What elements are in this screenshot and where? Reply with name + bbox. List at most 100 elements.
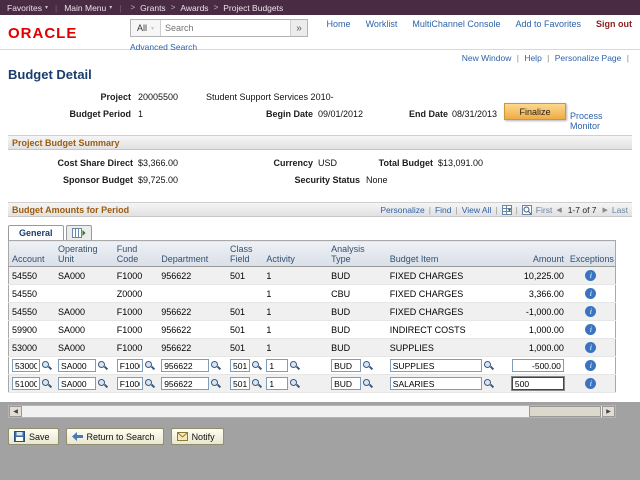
- table-cell: 1: [263, 302, 329, 321]
- lookup-icon[interactable]: [144, 360, 155, 371]
- table-cell: [226, 284, 264, 303]
- save-button[interactable]: Save: [8, 428, 59, 445]
- total-budget-label: Total Budget: [378, 158, 433, 168]
- lookup-icon[interactable]: [211, 360, 221, 371]
- worklist-link[interactable]: Worklist: [366, 19, 398, 29]
- field-input[interactable]: [58, 377, 97, 390]
- lookup-icon[interactable]: [98, 378, 108, 389]
- return-to-search-button[interactable]: Return to Search: [65, 428, 164, 445]
- field-input[interactable]: [116, 377, 143, 390]
- tab-general[interactable]: General: [8, 225, 64, 240]
- field-input[interactable]: [12, 377, 40, 390]
- field-input[interactable]: [116, 359, 143, 372]
- lookup-icon[interactable]: [290, 360, 300, 371]
- main-menu[interactable]: Main Menu ▾: [64, 3, 112, 13]
- table-cell: 59900: [8, 320, 56, 339]
- breadcrumb-item[interactable]: Project Budgets: [223, 3, 283, 13]
- scroll-right-icon[interactable]: ▶: [602, 406, 615, 417]
- favorites-menu[interactable]: Favorites ▾: [7, 3, 48, 13]
- field-input[interactable]: [229, 359, 250, 372]
- top-links: Home Worklist MultiChannel Console Add t…: [327, 19, 632, 29]
- exception-info-icon[interactable]: i: [585, 324, 597, 335]
- table-row: 54550 SA000 F1000 956622 501 1 BUD FIXED CHARGE…: [8, 266, 616, 285]
- search-scope-dropdown[interactable]: All ▾: [131, 20, 162, 36]
- scroll-left-icon[interactable]: ◀: [9, 406, 22, 417]
- new-window-link[interactable]: New Window: [462, 53, 512, 63]
- amount-input[interactable]: [510, 376, 565, 391]
- help-link[interactable]: Help: [524, 53, 541, 63]
- lookup-icon[interactable]: [251, 378, 262, 389]
- lookup-icon[interactable]: [483, 360, 494, 371]
- last-page-link[interactable]: Last: [612, 205, 628, 215]
- column-header: Amount: [508, 240, 567, 267]
- download-icon[interactable]: [501, 204, 512, 215]
- exception-info-icon[interactable]: i: [585, 378, 597, 389]
- field-input[interactable]: [331, 359, 362, 372]
- lookup-icon[interactable]: [211, 378, 221, 389]
- next-page-icon[interactable]: ▶: [603, 206, 608, 214]
- chevron-down-icon: ▾: [151, 25, 155, 32]
- separator: |: [455, 204, 458, 215]
- exceptions-cell: i: [566, 320, 616, 339]
- show-all-columns-tab[interactable]: [65, 225, 92, 240]
- view-all-link[interactable]: View All: [462, 205, 492, 215]
- advanced-search-link[interactable]: Advanced Search: [130, 42, 197, 52]
- table-cell: 3,366.00: [508, 284, 567, 303]
- field-input[interactable]: [12, 359, 40, 372]
- amount-input[interactable]: [511, 359, 564, 372]
- breadcrumb-item[interactable]: Awards: [180, 3, 208, 13]
- multichannel-console-link[interactable]: MultiChannel Console: [412, 19, 500, 29]
- zoom-grid-icon[interactable]: [521, 204, 532, 215]
- budget-table: Account Operating Unit Fund Code Department…: [8, 240, 616, 393]
- field-input[interactable]: [161, 359, 210, 372]
- table-cell: [55, 356, 114, 375]
- table-row: i: [8, 374, 616, 393]
- field-input[interactable]: [266, 377, 289, 390]
- horizontal-scrollbar[interactable]: ◀ ▶: [8, 405, 616, 418]
- field-input[interactable]: [229, 377, 250, 390]
- notify-button[interactable]: Notify: [170, 428, 224, 445]
- field-input[interactable]: [266, 359, 289, 372]
- search-go-button[interactable]: »: [290, 20, 307, 36]
- exception-info-icon[interactable]: i: [585, 360, 597, 371]
- lookup-icon[interactable]: [98, 360, 108, 371]
- lookup-icon[interactable]: [251, 360, 262, 371]
- lookup-icon[interactable]: [363, 360, 373, 371]
- field-input[interactable]: [331, 377, 362, 390]
- add-to-favorites-link[interactable]: Add to Favorites: [515, 19, 581, 29]
- exception-info-icon[interactable]: i: [585, 306, 597, 317]
- exception-info-icon[interactable]: i: [585, 270, 597, 281]
- field-input[interactable]: [389, 377, 482, 390]
- finalize-button[interactable]: Finalize: [504, 103, 566, 120]
- home-link[interactable]: Home: [327, 19, 351, 29]
- find-link[interactable]: Find: [435, 205, 452, 215]
- previous-page-icon[interactable]: ◀: [556, 206, 561, 214]
- scrollbar-thumb[interactable]: [529, 406, 601, 417]
- table-cell: 956622: [158, 266, 227, 285]
- exception-info-icon[interactable]: i: [585, 288, 597, 299]
- table-cell: 1: [263, 320, 329, 339]
- oracle-logo: ORACLE: [8, 25, 78, 42]
- process-monitor-link[interactable]: Process Monitor: [570, 111, 632, 131]
- lookup-icon[interactable]: [42, 360, 52, 371]
- field-input[interactable]: [161, 377, 210, 390]
- first-page-link[interactable]: First: [536, 205, 553, 215]
- lookup-icon[interactable]: [42, 378, 52, 389]
- field-input[interactable]: [58, 359, 97, 372]
- table-cell: 1: [263, 338, 329, 357]
- table-cell: SUPPLIES: [386, 338, 509, 357]
- budget-table-body: 54550 SA000 F1000 956622 501 1 BUD FIXED CHARGE…: [8, 266, 616, 393]
- lookup-icon[interactable]: [363, 378, 373, 389]
- lookup-icon[interactable]: [144, 378, 155, 389]
- exception-info-icon[interactable]: i: [585, 342, 597, 353]
- personalize-page-link[interactable]: Personalize Page: [555, 53, 622, 63]
- personalize-link[interactable]: Personalize: [380, 205, 424, 215]
- project-description: Student Support Services 2010-: [206, 92, 334, 102]
- search-input[interactable]: [161, 20, 290, 36]
- breadcrumb-item[interactable]: Grants: [140, 3, 166, 13]
- field-input[interactable]: [389, 359, 482, 372]
- lookup-icon[interactable]: [290, 378, 300, 389]
- sign-out-link[interactable]: Sign out: [596, 19, 632, 29]
- table-cell: [113, 374, 159, 393]
- lookup-icon[interactable]: [483, 378, 494, 389]
